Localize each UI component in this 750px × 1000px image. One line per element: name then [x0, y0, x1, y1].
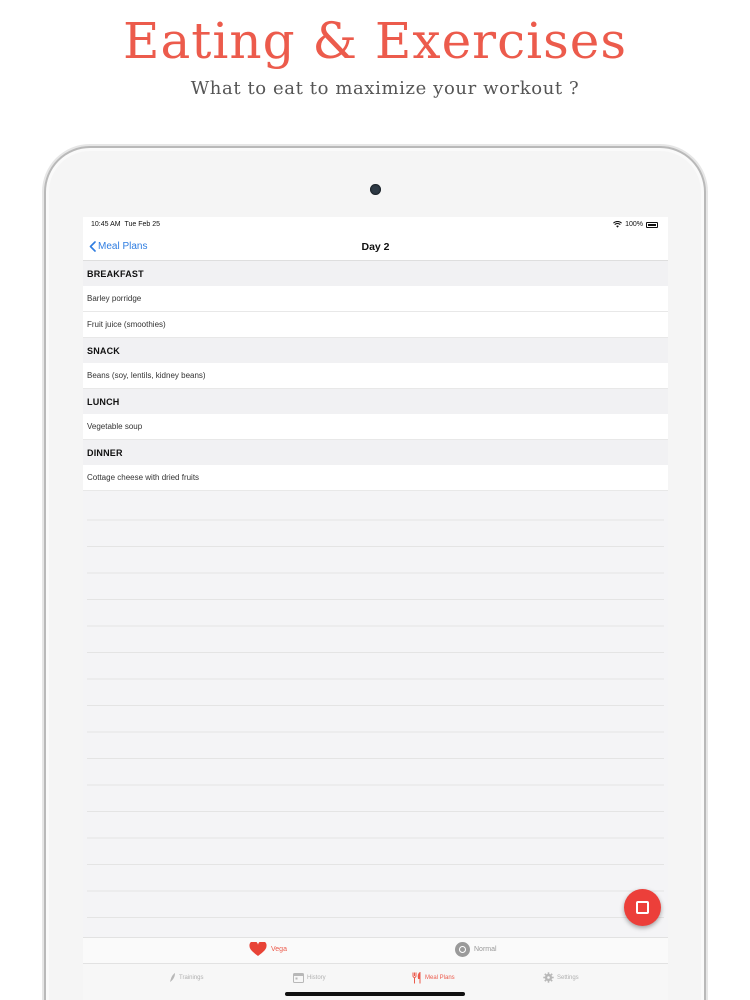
square-icon [636, 901, 649, 914]
tab-settings-label: Settings [557, 974, 579, 981]
page-title: Day 2 [361, 241, 390, 253]
fork-knife-icon [412, 972, 421, 984]
segment-vega[interactable]: Vega [249, 942, 287, 957]
section-header-snack: SNACK [83, 338, 668, 363]
section-header-lunch: LUNCH [83, 389, 668, 414]
camera-icon [370, 184, 381, 195]
segment-normal[interactable]: Normal [455, 942, 497, 957]
section-header-breakfast: BREAKFAST [83, 261, 668, 286]
wifi-icon [613, 221, 623, 228]
tab-meal-plans[interactable]: Meal Plans [412, 972, 455, 984]
promo-subtitle: What to eat to maximize your workout ? [190, 78, 580, 99]
segment-normal-label: Normal [474, 946, 497, 953]
segment-vega-label: Vega [271, 946, 287, 953]
calendar-icon [293, 973, 304, 983]
tab-settings[interactable]: Settings [543, 972, 579, 983]
status-time-text: 10:45 AM [91, 221, 121, 228]
section-header-dinner: DINNER [83, 440, 668, 465]
list-item[interactable]: Cottage cheese with dried fruits [83, 465, 668, 491]
battery-percent: 100% [625, 221, 643, 228]
tab-history[interactable]: History [293, 972, 326, 983]
list-item[interactable]: Beans (soy, lentils, kidney beans) [83, 363, 668, 389]
heart-icon [249, 942, 267, 956]
plate-icon [455, 942, 470, 957]
list-item[interactable]: Vegetable soup [83, 414, 668, 440]
tab-trainings[interactable]: Trainings [169, 972, 203, 983]
app-screen: 10:45 AM Tue Feb 25 100% Meal Plans Day … [83, 217, 668, 1000]
status-time: 10:45 AM Tue Feb 25 [91, 221, 160, 228]
status-indicators: 100% [613, 221, 658, 228]
list-item[interactable]: Barley porridge [83, 286, 668, 312]
empty-list-lines [87, 494, 664, 934]
tab-trainings-label: Trainings [179, 974, 204, 981]
list-item[interactable]: Fruit juice (smoothies) [83, 312, 668, 338]
status-date-text: Tue Feb 25 [124, 221, 161, 228]
promo-title: Eating & Exercises [123, 12, 627, 70]
diet-segment-bar: Vega Normal [83, 937, 668, 964]
gear-icon [543, 972, 554, 983]
meal-plan-list: BREAKFAST Barley porridge Fruit juice (s… [83, 261, 668, 491]
tab-meal-plans-label: Meal Plans [425, 975, 455, 981]
battery-icon [646, 221, 658, 228]
status-bar: 10:45 AM Tue Feb 25 100% [83, 217, 668, 235]
feather-icon [170, 973, 175, 982]
navigation-bar: Meal Plans Day 2 [83, 235, 668, 261]
floating-action-button[interactable] [624, 889, 661, 926]
home-indicator [285, 992, 465, 996]
tab-history-label: History [307, 974, 326, 981]
